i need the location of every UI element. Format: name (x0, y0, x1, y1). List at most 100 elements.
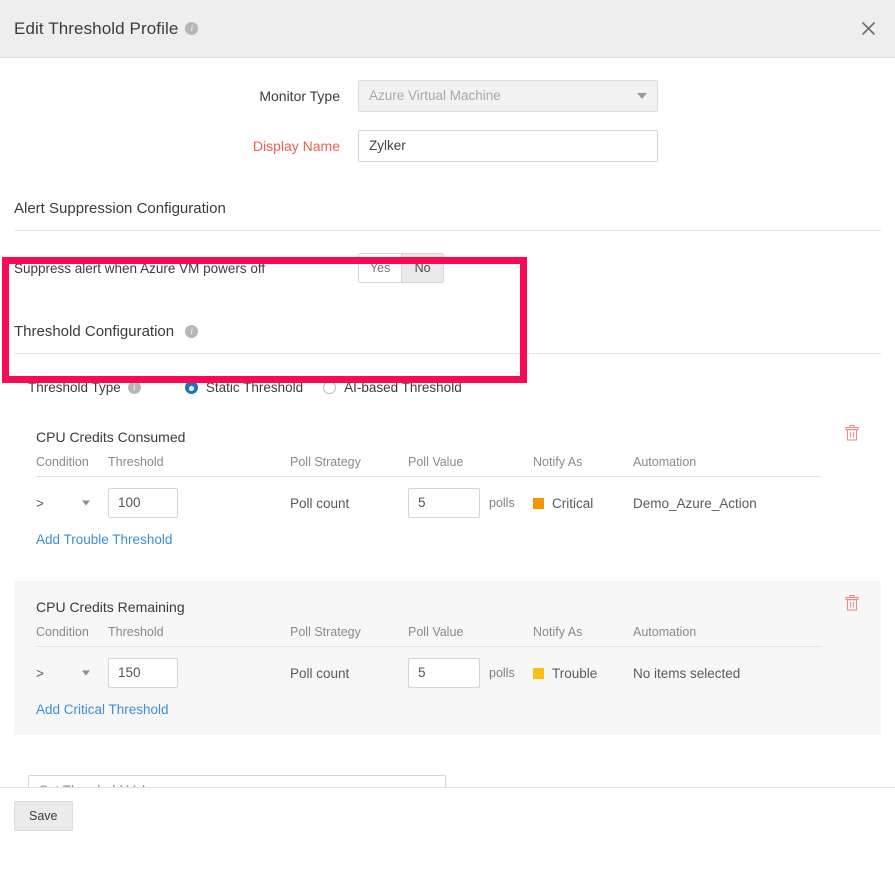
column-header-poll-strategy: Poll Strategy (290, 455, 408, 477)
add-threshold-link[interactable]: Add Trouble Threshold (36, 532, 172, 547)
threshold-configuration-title-text: Threshold Configuration (14, 323, 174, 340)
threshold-input[interactable]: 100 (108, 488, 178, 518)
cell-condition: > (36, 647, 108, 689)
table-header-row: Condition Threshold Poll Strategy Poll V… (36, 625, 821, 647)
poll-value-input[interactable]: 5 (408, 488, 480, 518)
close-icon[interactable] (855, 16, 881, 42)
cell-automation: Demo_Azure_Action (633, 477, 821, 519)
cell-poll-value: 5 polls (408, 647, 533, 689)
radio-indicator-ai (323, 381, 336, 394)
threshold-card-title: CPU Credits Remaining (36, 599, 861, 615)
chevron-down-icon (82, 671, 90, 676)
trash-icon[interactable] (845, 595, 859, 611)
threshold-table: Condition Threshold Poll Strategy Poll V… (36, 455, 821, 518)
severity-color-swatch (533, 668, 544, 679)
suppress-alert-row: Suppress alert when Azure VM powers off … (0, 231, 895, 283)
display-name-value: Zylker (369, 138, 406, 153)
threshold-type-row: Threshold Type i Static Threshold AI-base… (0, 354, 895, 395)
automation-select[interactable]: No items selected (633, 666, 785, 681)
save-button[interactable]: Save (14, 801, 73, 831)
threshold-table: Condition Threshold Poll Strategy Poll V… (36, 625, 821, 688)
poll-strategy-select[interactable]: Poll count (290, 496, 395, 511)
toggle-option-yes[interactable]: Yes (359, 254, 401, 282)
column-header-condition: Condition (36, 625, 108, 647)
table-header-row: Condition Threshold Poll Strategy Poll V… (36, 455, 821, 477)
chevron-down-icon (82, 501, 90, 506)
cell-condition: > (36, 477, 108, 519)
poll-value-input[interactable]: 5 (408, 658, 480, 688)
condition-select[interactable]: > (36, 496, 96, 511)
condition-select[interactable]: > (36, 666, 96, 681)
cell-notify-as: Trouble (533, 647, 633, 689)
column-header-automation: Automation (633, 625, 821, 647)
poll-strategy-value: Poll count (290, 666, 349, 681)
add-threshold-link[interactable]: Add Critical Threshold (36, 702, 169, 717)
cell-automation: No items selected (633, 647, 821, 689)
threshold-card: CPU Credits Consumed Condition Threshold… (14, 411, 881, 565)
cell-threshold: 100 (108, 477, 290, 519)
display-name-row: Display Name Zylker (0, 130, 895, 162)
display-name-input[interactable]: Zylker (358, 130, 658, 162)
dialog-body: Monitor Type Azure Virtual Machine Displ… (0, 80, 895, 843)
threshold-value: 100 (118, 495, 141, 510)
monitor-type-select[interactable]: Azure Virtual Machine (358, 80, 658, 112)
severity-color-swatch (533, 498, 544, 509)
notify-as-select[interactable]: Critical (533, 496, 625, 511)
automation-select[interactable]: Demo_Azure_Action (633, 496, 785, 511)
display-name-label: Display Name (0, 138, 358, 154)
suppress-alert-label: Suppress alert when Azure VM powers off (14, 261, 265, 276)
alert-suppression-title: Alert Suppression Configuration (14, 200, 881, 231)
cell-notify-as: Critical (533, 477, 633, 519)
table-row: > 100 Poll count (36, 477, 821, 519)
column-header-notify-as: Notify As (533, 625, 633, 647)
monitor-type-value: Azure Virtual Machine (369, 88, 501, 103)
column-header-condition: Condition (36, 455, 108, 477)
dialog-footer: Save (0, 787, 895, 843)
trash-icon[interactable] (845, 425, 859, 441)
radio-ai-based-threshold[interactable]: AI-based Threshold (323, 380, 462, 395)
cell-poll-strategy: Poll count (290, 647, 408, 689)
threshold-type-label: Threshold Type i (28, 380, 141, 395)
radio-static-threshold[interactable]: Static Threshold (185, 380, 303, 395)
suppress-alert-toggle[interactable]: Yes No (358, 253, 444, 283)
poll-value: 5 (418, 665, 426, 680)
cell-poll-strategy: Poll count (290, 477, 408, 519)
poll-strategy-select[interactable]: Poll count (290, 666, 395, 681)
condition-value: > (36, 496, 44, 511)
column-header-automation: Automation (633, 455, 821, 477)
notify-as-value: Critical (552, 496, 593, 511)
column-header-poll-strategy: Poll Strategy (290, 625, 408, 647)
radio-label-static: Static Threshold (206, 380, 303, 395)
poll-value: 5 (418, 495, 426, 510)
chevron-down-icon (637, 93, 647, 99)
threshold-card-title: CPU Credits Consumed (36, 429, 861, 445)
threshold-input[interactable]: 150 (108, 658, 178, 688)
info-icon[interactable]: i (128, 381, 141, 394)
condition-value: > (36, 666, 44, 681)
threshold-card: CPU Credits Remaining Condition Threshol… (14, 581, 881, 735)
automation-value: No items selected (633, 666, 740, 681)
threshold-type-radios: Static Threshold AI-based Threshold (185, 380, 482, 395)
threshold-value: 150 (118, 665, 141, 680)
threshold-configuration-title: Threshold Configuration i (14, 323, 881, 354)
poll-strategy-value: Poll count (290, 496, 349, 511)
threshold-configuration-section: Threshold Configuration i (14, 323, 881, 354)
alert-suppression-section: Alert Suppression Configuration (14, 200, 881, 231)
info-icon[interactable]: i (185, 22, 198, 35)
toggle-option-no[interactable]: No (401, 254, 443, 282)
notify-as-value: Trouble (552, 666, 597, 681)
dialog-header: Edit Threshold Profile i (0, 0, 895, 58)
info-icon[interactable]: i (185, 325, 198, 338)
column-header-notify-as: Notify As (533, 455, 633, 477)
poll-unit-label: polls (489, 496, 515, 510)
radio-indicator-static (185, 381, 198, 394)
monitor-type-label: Monitor Type (0, 88, 358, 104)
column-header-threshold: Threshold (108, 455, 290, 477)
threshold-type-label-text: Threshold Type (28, 380, 121, 395)
notify-as-select[interactable]: Trouble (533, 666, 625, 681)
cell-poll-value: 5 polls (408, 477, 533, 519)
automation-value: Demo_Azure_Action (633, 496, 757, 511)
radio-label-ai: AI-based Threshold (344, 380, 462, 395)
cell-threshold: 150 (108, 647, 290, 689)
poll-unit-label: polls (489, 666, 515, 680)
